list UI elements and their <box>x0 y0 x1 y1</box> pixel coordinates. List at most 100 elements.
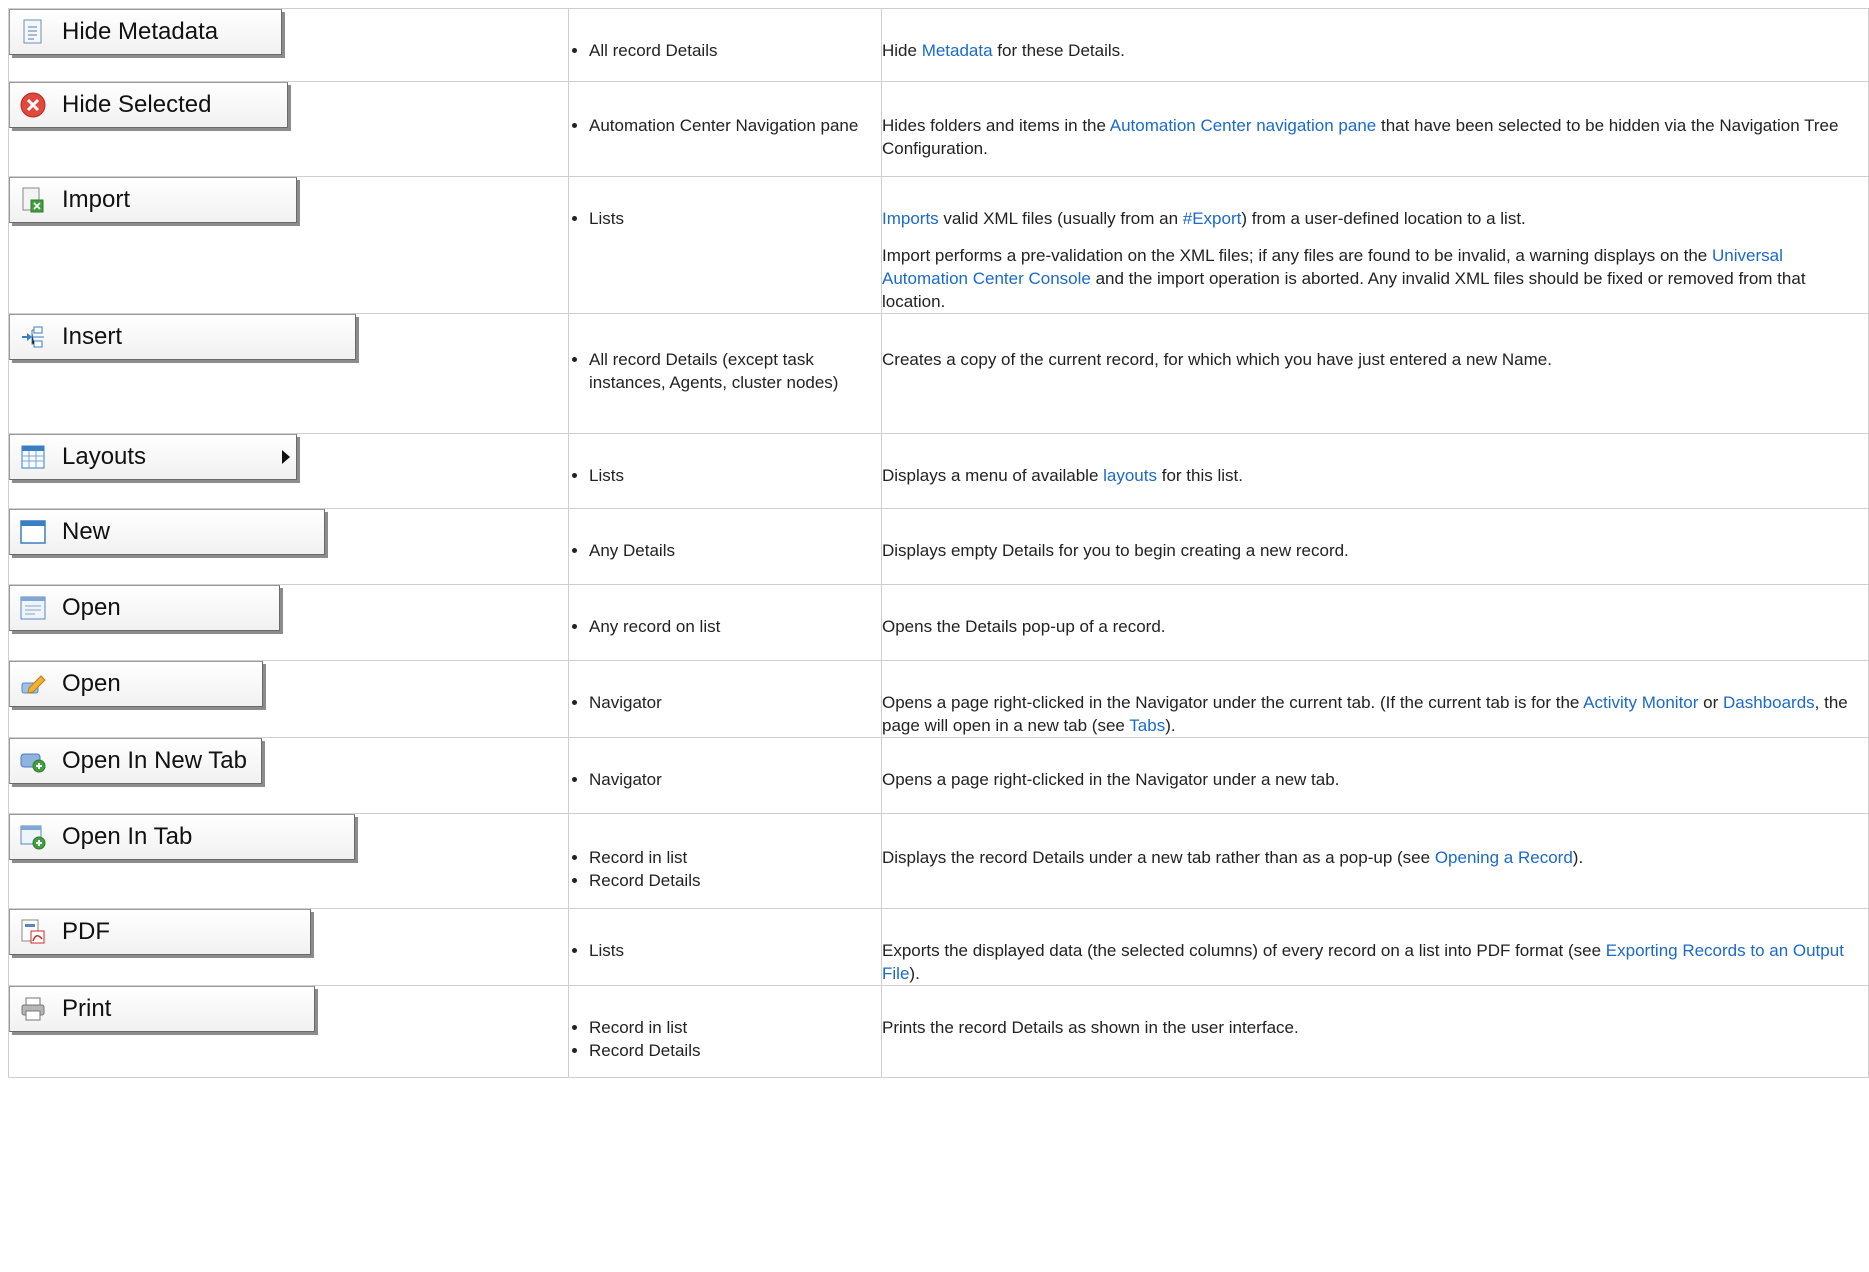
desc-text: Import performs a pre-validation on the … <box>882 246 1712 265</box>
link[interactable]: Dashboards <box>1723 693 1815 712</box>
button-label: Open In New Tab <box>62 747 248 774</box>
context-cell: Lists <box>568 176 882 314</box>
description-cell: Creates a copy of the current record, fo… <box>881 313 1869 434</box>
desc-text: Opens the Details pop-up of a record. <box>882 617 1166 636</box>
link[interactable]: Metadata <box>922 41 993 60</box>
button-label: Insert <box>62 323 123 350</box>
description-paragraph: Hides folders and items in the Automatio… <box>882 114 1868 160</box>
table-row: PDF Lists Exports the displayed data (th… <box>8 908 1869 986</box>
description-paragraph: Prints the record Details as shown in th… <box>882 1016 1868 1039</box>
description-cell: Opens a page right-clicked in the Naviga… <box>881 660 1869 738</box>
desc-text: or <box>1698 693 1723 712</box>
button-cell: New <box>8 508 569 585</box>
button-cell: Layouts <box>8 433 569 509</box>
toolbar-button[interactable]: Layouts <box>9 434 297 480</box>
button-label: Import <box>62 186 131 213</box>
desc-text: Hides folders and items in the <box>882 116 1110 135</box>
context-cell: Navigator <box>568 737 882 814</box>
toolbar-button[interactable]: Open <box>9 585 280 631</box>
description-cell: Hides folders and items in the Automatio… <box>881 81 1869 177</box>
window-icon <box>20 519 46 545</box>
button-label: Print <box>62 995 112 1022</box>
context-item: Any Details <box>589 539 881 562</box>
toolbar-button[interactable]: New <box>9 509 325 555</box>
link[interactable]: #Export <box>1183 209 1242 228</box>
description-paragraph: Displays the record Details under a new … <box>882 846 1868 869</box>
desc-text: ). <box>1165 716 1176 735</box>
context-cell: All record Details <box>568 8 882 82</box>
button-cell: Open In New Tab <box>8 737 569 814</box>
toolbar-button[interactable]: Insert <box>9 314 356 360</box>
description-paragraph: Imports valid XML files (usually from an… <box>882 207 1868 230</box>
button-cell: Hide Selected <box>8 81 569 177</box>
desc-text: Displays the record Details under a new … <box>882 848 1435 867</box>
description-cell: Opens the Details pop-up of a record. <box>881 584 1869 661</box>
toolbar-button[interactable]: Hide Selected <box>9 82 288 128</box>
desc-text: ). <box>909 964 920 983</box>
link[interactable]: Opening a Record <box>1435 848 1573 867</box>
button-label: New <box>62 518 111 545</box>
button-cell: Insert <box>8 313 569 434</box>
button-label: Open <box>62 594 121 621</box>
description-paragraph: Displays empty Details for you to begin … <box>882 539 1868 562</box>
link[interactable]: Activity Monitor <box>1583 693 1698 712</box>
description-paragraph: Import performs a pre-validation on the … <box>882 244 1868 313</box>
context-list: Lists <box>569 207 881 230</box>
link[interactable]: layouts <box>1103 466 1157 485</box>
toolbar-button[interactable]: Open In Tab <box>9 814 355 860</box>
description-paragraph: Opens a page right-clicked in the Naviga… <box>882 691 1868 737</box>
toolbar-button[interactable]: PDF <box>9 909 311 955</box>
link[interactable]: Automation Center navigation pane <box>1110 116 1377 135</box>
description-paragraph: Opens the Details pop-up of a record. <box>882 615 1868 638</box>
description-paragraph: Hide Metadata for these Details. <box>882 39 1868 62</box>
button-cell: PDF <box>8 908 569 986</box>
context-list: Lists <box>569 464 881 487</box>
form-icon <box>20 595 46 621</box>
context-list: Any record on list <box>569 615 881 638</box>
link[interactable]: Tabs <box>1129 716 1165 735</box>
desc-text: valid XML files (usually from an <box>938 209 1183 228</box>
table-row: Insert All record Details (except task i… <box>8 313 1869 434</box>
description-cell: Displays a menu of available layouts for… <box>881 433 1869 509</box>
description-cell: Exports the displayed data (the selected… <box>881 908 1869 986</box>
description-cell: Opens a page right-clicked in the Naviga… <box>881 737 1869 814</box>
context-list: All record Details <box>569 39 881 62</box>
button-cell: Import <box>8 176 569 314</box>
description-cell: Displays the record Details under a new … <box>881 813 1869 909</box>
desc-text: Creates a copy of the current record, fo… <box>882 350 1552 369</box>
context-item: Record Details <box>589 1039 881 1062</box>
insert-tree-icon <box>20 324 46 350</box>
toolbar-button[interactable]: Open <box>9 661 263 707</box>
context-list: Navigator <box>569 691 881 714</box>
import-icon <box>20 187 46 213</box>
context-list: Navigator <box>569 768 881 791</box>
context-list: Record in listRecord Details <box>569 1016 881 1062</box>
desc-text: ) from a user-defined location to a list… <box>1241 209 1526 228</box>
button-label: Layouts <box>62 443 147 470</box>
toolbar-button[interactable]: Open In New Tab <box>9 738 262 784</box>
table-row: Hide Metadata All record Details Hide Me… <box>8 8 1869 82</box>
description-paragraph: Displays a menu of available layouts for… <box>882 464 1868 487</box>
context-cell: Any Details <box>568 508 882 585</box>
context-item: Automation Center Navigation pane <box>589 114 881 137</box>
button-label: PDF <box>62 918 110 945</box>
description-paragraph: Opens a page right-clicked in the Naviga… <box>882 768 1868 791</box>
context-cell: Automation Center Navigation pane <box>568 81 882 177</box>
table-row: Open Any record on list Opens the Detail… <box>8 584 1869 661</box>
toolbar-button[interactable]: Print <box>9 986 315 1032</box>
context-item: Lists <box>589 939 881 962</box>
context-cell: Record in listRecord Details <box>568 813 882 909</box>
context-cell: Record in listRecord Details <box>568 985 882 1078</box>
context-cell: Lists <box>568 433 882 509</box>
context-item: Lists <box>589 207 881 230</box>
pencil-icon <box>20 671 46 697</box>
toolbar-button[interactable]: Import <box>9 177 297 223</box>
context-cell: Lists <box>568 908 882 986</box>
description-cell: Prints the record Details as shown in th… <box>881 985 1869 1078</box>
desc-text: Displays a menu of available <box>882 466 1104 485</box>
toolbar-button[interactable]: Hide Metadata <box>9 9 282 55</box>
link[interactable]: Imports <box>882 209 939 228</box>
context-list: Any Details <box>569 539 881 562</box>
button-cell: Hide Metadata <box>8 8 569 82</box>
description-cell: Hide Metadata for these Details. <box>881 8 1869 82</box>
